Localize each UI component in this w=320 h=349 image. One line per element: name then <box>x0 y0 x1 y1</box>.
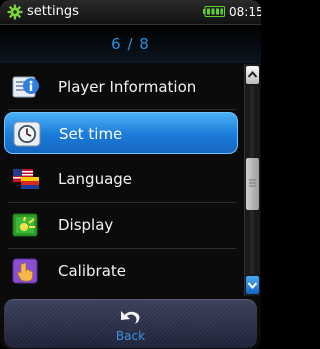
status-clock: 08:15 <box>229 5 261 19</box>
scroll-up-button[interactable] <box>246 66 259 84</box>
settings-screen: settings 08:15 6 / 8 Player Information … <box>0 0 261 349</box>
display-icon <box>12 213 38 237</box>
settings-list: Player Information Set time Language Dis… <box>4 64 240 294</box>
page-indicator-bar: 6 / 8 <box>0 25 261 63</box>
divider <box>8 248 236 249</box>
info-icon <box>12 76 39 98</box>
scroll-thumb[interactable] <box>246 158 259 210</box>
grip-icon <box>249 179 256 187</box>
divider <box>8 202 236 203</box>
list-item-display[interactable]: Display <box>4 204 238 246</box>
chevron-up-icon <box>247 70 258 78</box>
chevron-down-icon <box>247 282 258 290</box>
page-indicator: 6 / 8 <box>111 35 150 53</box>
list-item-player-information[interactable]: Player Information <box>4 66 238 108</box>
list-item-label: Set time <box>59 125 123 143</box>
battery-full-icon <box>203 6 225 17</box>
clock-icon <box>13 121 41 147</box>
list-item-language[interactable]: Language <box>4 158 238 200</box>
list-item-label: Calibrate <box>58 262 126 280</box>
gear-icon <box>7 4 23 20</box>
scrollbar[interactable] <box>244 64 260 296</box>
flags-icon <box>13 169 39 189</box>
back-label: Back <box>115 329 146 343</box>
list-item-label: Display <box>58 216 114 234</box>
status-bar: settings 08:15 <box>0 0 261 25</box>
list-item-set-time[interactable]: Set time <box>4 112 238 154</box>
back-button[interactable]: Back <box>4 299 257 348</box>
status-title: settings <box>27 4 79 19</box>
list-item-label: Language <box>58 170 133 188</box>
list-item-label: Player Information <box>58 78 197 96</box>
scroll-down-button[interactable] <box>246 276 259 294</box>
touch-hand-icon <box>12 258 38 284</box>
list-item-calibrate[interactable]: Calibrate <box>4 250 238 292</box>
divider <box>8 109 236 110</box>
undo-arrow-icon <box>121 311 140 324</box>
